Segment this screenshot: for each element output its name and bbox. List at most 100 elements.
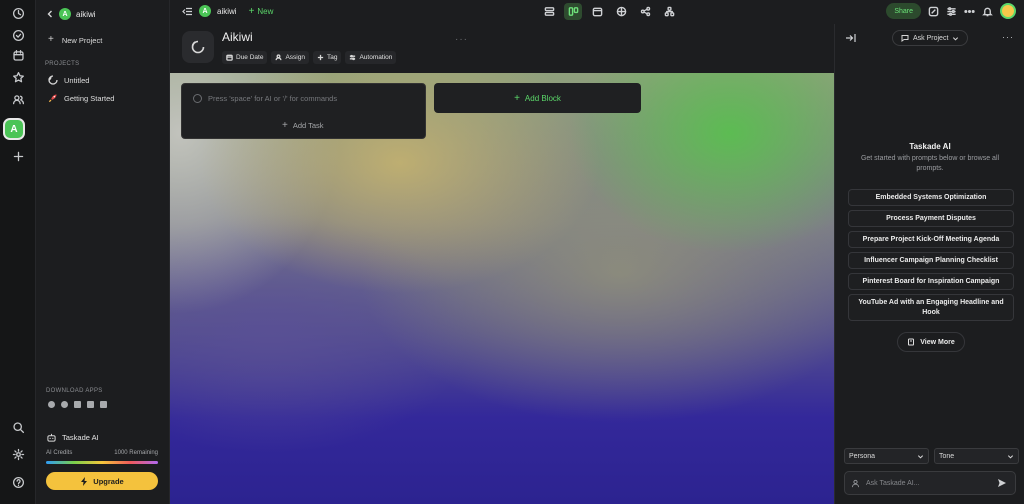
table-view-icon[interactable] [612, 3, 630, 20]
chat-icon [901, 35, 909, 42]
ai-edit-icon[interactable] [928, 6, 939, 17]
due-date-button[interactable]: Due Date [222, 51, 268, 64]
send-button[interactable] [995, 476, 1009, 490]
project-more-icon[interactable]: ··· [455, 34, 468, 45]
view-more-label: View More [920, 338, 955, 346]
lightning-icon [81, 476, 88, 486]
desktop-icon[interactable] [100, 401, 107, 408]
panel-more-icon[interactable]: ··· [1002, 32, 1014, 42]
calendar-view-icon[interactable] [588, 3, 606, 20]
check-circle-icon[interactable] [5, 24, 31, 46]
ask-project-dropdown[interactable]: Ask Project [892, 30, 969, 46]
project-actions: Due Date Assign Tag Automation [222, 51, 397, 64]
assign-label: Assign [285, 54, 305, 61]
sidebar-item-label: Untitled [64, 75, 90, 85]
new-button[interactable]: + New [249, 6, 274, 17]
add-block-button[interactable]: + Add Block [434, 83, 641, 113]
gear-icon[interactable] [5, 443, 31, 465]
task-checkbox[interactable] [193, 94, 202, 103]
upgrade-button[interactable]: Upgrade [46, 472, 158, 490]
automation-button[interactable]: Automation [345, 51, 397, 64]
prompt-suggestion[interactable]: Embedded Systems Optimization [848, 189, 1014, 206]
ask-ai-input[interactable]: Ask Taskade AI... [844, 471, 1016, 495]
ai-credits-remaining: 1000 Remaining [114, 450, 158, 456]
new-project-label: New Project [61, 35, 103, 45]
collapse-panel-icon[interactable] [845, 33, 856, 43]
sidebar-item-getting-started[interactable]: Getting Started [48, 93, 114, 103]
plus-icon: + [48, 34, 54, 45]
top-bar-right: Share [886, 3, 1016, 19]
rocket-icon [48, 94, 57, 103]
android-icon[interactable] [87, 401, 94, 408]
workspace-name[interactable]: aikiwi [217, 7, 237, 16]
filter-settings-icon[interactable] [946, 6, 957, 17]
project-icon [191, 40, 205, 54]
collapse-sidebar-icon[interactable] [182, 7, 193, 16]
more-options-icon[interactable] [964, 6, 975, 17]
workspace-avatar[interactable]: A [3, 118, 25, 140]
tone-select[interactable]: Tone [934, 448, 1019, 464]
due-date-label: Due Date [236, 54, 264, 61]
calendar-icon[interactable] [5, 44, 31, 66]
ai-credits-label: AI Credits [46, 450, 73, 456]
chevron-down-icon [953, 36, 959, 41]
robot-icon [47, 433, 56, 442]
page-title[interactable]: Aikiwi [222, 30, 253, 44]
upgrade-label: Upgrade [93, 476, 124, 486]
assign-button[interactable]: Assign [271, 51, 309, 64]
help-icon[interactable] [5, 471, 31, 493]
download-apps-label: DOWNLOAD APPS [46, 388, 103, 394]
plus-icon: + [514, 92, 520, 104]
windows-icon[interactable] [74, 401, 81, 408]
app-rail: A [0, 0, 36, 504]
book-icon [908, 338, 915, 346]
list-view-icon[interactable] [540, 3, 558, 20]
persona-label: Persona [849, 452, 876, 460]
taskade-ai-label: Taskade AI [62, 433, 99, 442]
view-switcher [540, 3, 678, 20]
ask-ai-placeholder: Ask Taskade AI... [866, 479, 920, 487]
project-header: Aikiwi Due Date Assign Tag Automation ··… [170, 24, 834, 73]
taskade-ai-row[interactable]: Taskade AI [47, 433, 99, 442]
share-button[interactable]: Share [886, 3, 921, 19]
new-project-button[interactable]: + New Project [48, 35, 102, 45]
prompt-suggestion[interactable]: Influencer Campaign Planning Checklist [848, 252, 1014, 269]
plus-icon: + [282, 120, 288, 131]
user-avatar[interactable] [1000, 3, 1016, 19]
prompt-suggestion[interactable]: Process Payment Disputes [848, 210, 1014, 227]
ask-project-label: Ask Project [913, 34, 949, 42]
board-view-icon[interactable] [564, 3, 582, 20]
sidebar-item-label: Getting Started [64, 93, 115, 103]
prompt-suggestion[interactable]: YouTube Ad with an Engaging Headline and… [848, 294, 1014, 321]
mindmap-view-icon[interactable] [636, 3, 654, 20]
task-input-placeholder: Press 'space' for AI or '/' for commands [208, 94, 338, 103]
org-chart-view-icon[interactable] [660, 3, 678, 20]
board-column: Press 'space' for AI or '/' for commands… [181, 83, 426, 139]
tone-label: Tone [939, 452, 955, 460]
workspace-header[interactable]: A aikiwi [46, 7, 96, 21]
tag-button[interactable]: Tag [312, 51, 342, 64]
ai-panel: Ask Project ··· Taskade AI Get started w… [834, 24, 1024, 504]
chrome-icon[interactable] [61, 401, 68, 408]
view-more-button[interactable]: View More [897, 332, 965, 352]
people-icon[interactable] [5, 88, 31, 110]
project-icon [48, 75, 58, 85]
add-task-button[interactable]: + Add Task [282, 120, 324, 131]
apple-icon[interactable] [48, 401, 55, 408]
prompt-suggestion[interactable]: Pinterest Board for Inspiration Campaign [848, 273, 1014, 290]
project-logo[interactable] [182, 31, 214, 63]
automation-label: Automation [359, 54, 393, 61]
persona-select[interactable]: Persona [844, 448, 929, 464]
clock-icon[interactable] [5, 2, 31, 24]
bell-icon[interactable] [982, 6, 993, 17]
add-block-label: Add Block [524, 93, 561, 103]
search-icon[interactable] [5, 416, 31, 438]
prompt-suggestion[interactable]: Prepare Project Kick-Off Meeting Agenda [848, 231, 1014, 248]
add-workspace-icon[interactable] [5, 145, 31, 167]
sidebar-item-untitled[interactable]: Untitled [48, 75, 89, 85]
chevron-left-icon[interactable] [46, 10, 54, 18]
top-bar: A aikiwi + New Share [170, 0, 1024, 24]
star-icon[interactable] [5, 66, 31, 88]
workspace-mini-avatar[interactable]: A [199, 5, 211, 17]
task-input[interactable]: Press 'space' for AI or '/' for commands [193, 94, 337, 103]
